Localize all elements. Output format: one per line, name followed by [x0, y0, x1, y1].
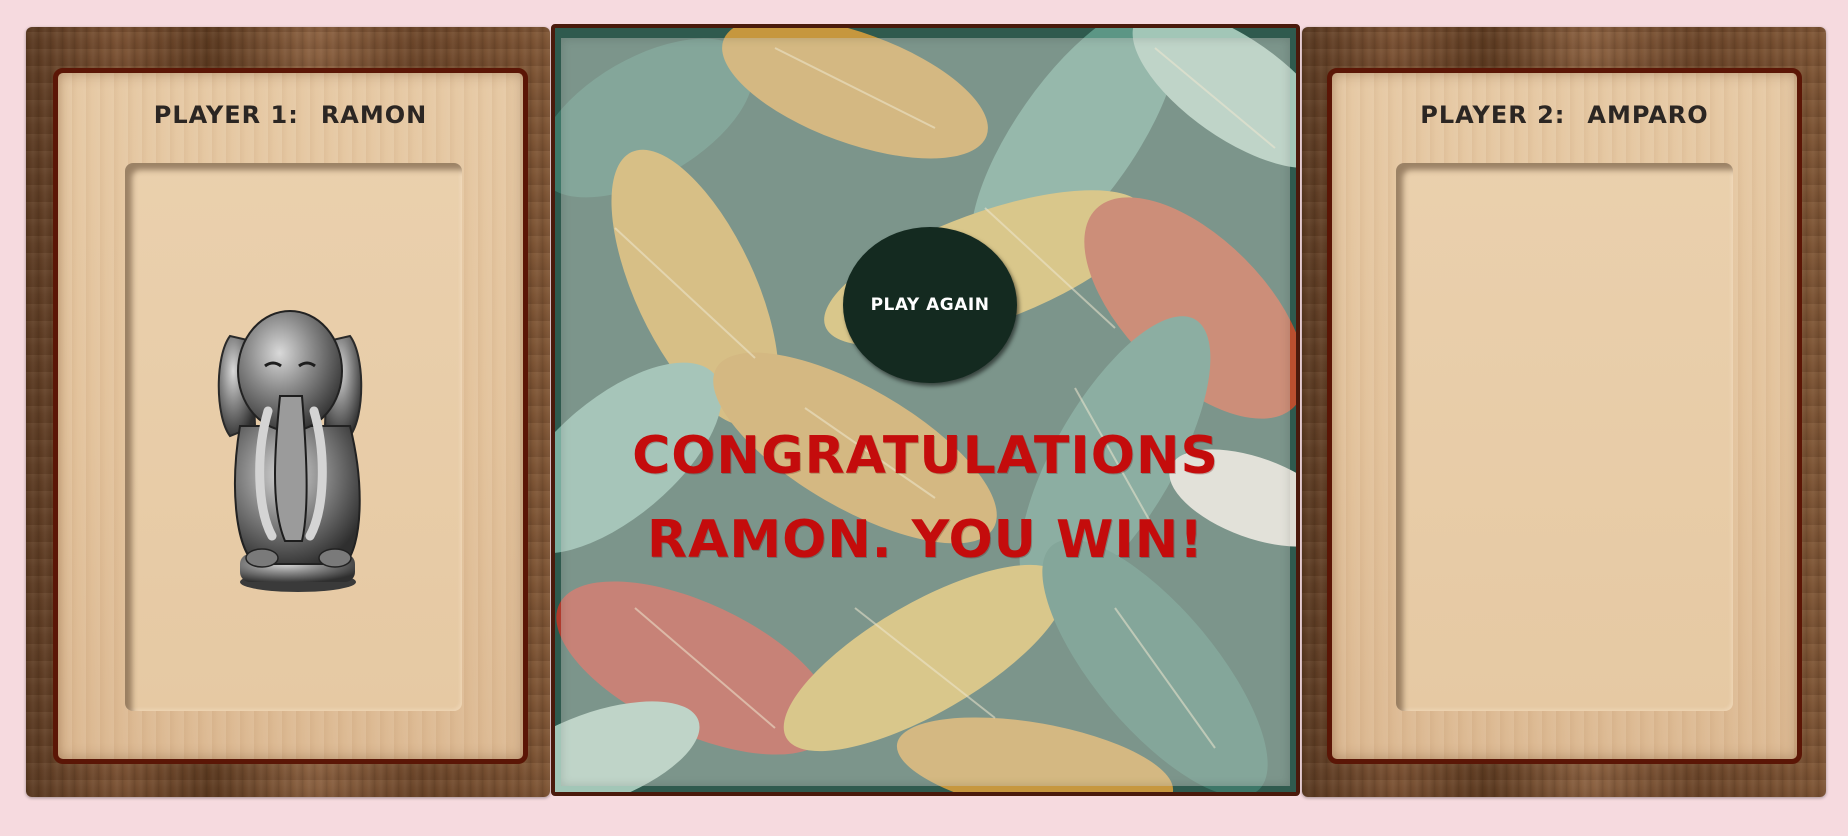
player1-label: PLAYER 1: [153, 101, 299, 129]
play-again-button[interactable]: PLAY AGAIN [843, 227, 1017, 383]
player1-card: PLAYER 1: RAMON [53, 68, 528, 764]
player2-name: AMPARO [1587, 101, 1709, 129]
win-message-line1: CONGRATULATIONS [632, 426, 1219, 486]
player1-token-slot [125, 163, 462, 711]
player2-label: PLAYER 2: [1420, 101, 1566, 129]
player2-board: PLAYER 2: AMPARO [1302, 27, 1826, 797]
player2-card: PLAYER 2: AMPARO [1327, 68, 1802, 764]
result-panel: PLAY AGAIN CONGRATULATIONS RAMON. YOU WI… [551, 24, 1300, 796]
player1-title: PLAYER 1: RAMON [58, 101, 523, 129]
elephant-figurine-icon [217, 310, 363, 592]
win-message: CONGRATULATIONS RAMON. YOU WIN! [555, 414, 1296, 582]
player1-board: PLAYER 1: RAMON [26, 27, 550, 797]
player2-title: PLAYER 2: AMPARO [1332, 101, 1797, 129]
player2-token-slot [1396, 163, 1733, 711]
win-message-line2: RAMON. YOU WIN! [647, 510, 1204, 570]
player1-name: RAMON [320, 101, 428, 129]
translucent-overlay [561, 38, 1290, 786]
